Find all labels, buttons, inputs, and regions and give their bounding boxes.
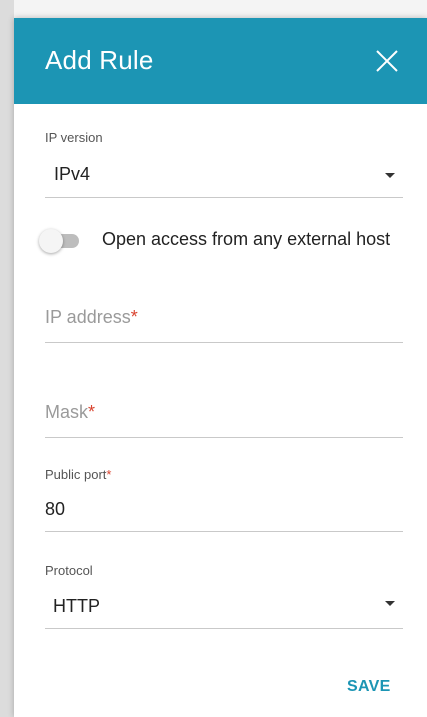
ip-address-placeholder: IP address*	[45, 307, 138, 328]
mask-underline	[45, 437, 403, 438]
ip-version-select[interactable]: IP version IPv4	[45, 128, 403, 200]
backdrop-top-strip	[14, 0, 427, 18]
ip-address-field[interactable]: IP address*	[45, 303, 403, 345]
public-port-value: 80	[45, 499, 66, 519]
public-port-label: Public port*	[45, 467, 111, 482]
required-mark: *	[106, 467, 112, 482]
ip-version-label: IP version	[45, 130, 103, 145]
ip-version-underline	[45, 197, 403, 198]
ip-address-underline	[45, 342, 403, 343]
protocol-value: HTTP	[53, 596, 100, 616]
mask-placeholder: Mask*	[45, 402, 95, 423]
public-port-field[interactable]: Public port* 80	[45, 465, 403, 535]
chevron-down-icon	[385, 173, 395, 178]
external-access-toggle-label: Open access from any external host	[102, 229, 391, 249]
dialog-header: Add Rule	[14, 18, 427, 104]
save-button[interactable]: SAVE	[347, 678, 391, 696]
required-mark: *	[88, 402, 96, 422]
protocol-label: Protocol	[45, 563, 93, 578]
mask-placeholder-text: Mask	[45, 402, 89, 422]
ip-address-placeholder-text: IP address	[45, 307, 131, 327]
dialog-title: Add Rule	[45, 45, 154, 75]
backdrop-left-strip	[0, 0, 14, 717]
protocol-select[interactable]: Protocol HTTP	[45, 561, 403, 631]
protocol-underline	[45, 628, 403, 629]
close-button[interactable]	[372, 46, 402, 76]
public-port-label-text: Public port	[45, 467, 107, 482]
mask-field[interactable]: Mask*	[45, 398, 403, 440]
close-icon	[376, 50, 398, 72]
ip-version-value: IPv4	[54, 164, 91, 184]
add-rule-dialog: Add Rule IP version IPv4 Open access fro…	[14, 18, 427, 717]
required-mark: *	[130, 307, 138, 327]
public-port-underline	[45, 531, 403, 532]
external-access-toggle-knob[interactable]	[39, 229, 63, 253]
chevron-down-icon	[385, 601, 395, 606]
